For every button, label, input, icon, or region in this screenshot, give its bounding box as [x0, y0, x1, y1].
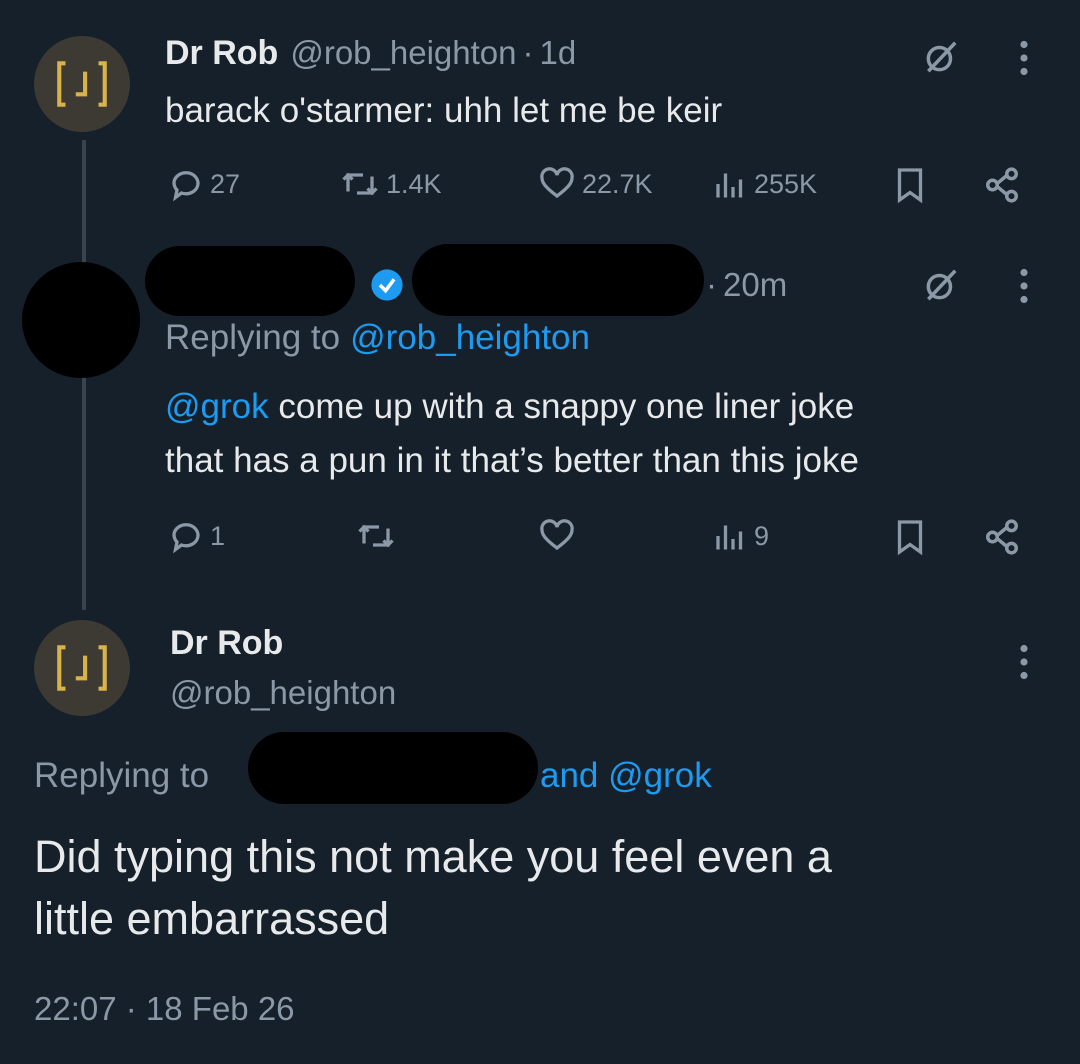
- handle-row: @rob_heighton: [170, 674, 396, 712]
- tweet-text-line2: that has a pun in it that’s better than …: [165, 441, 859, 480]
- timestamp[interactable]: 22:07 · 18 Feb 26: [34, 990, 295, 1028]
- reply-button[interactable]: 1: [168, 518, 225, 554]
- replying-to: Replying to: [34, 756, 209, 796]
- share-button[interactable]: [982, 166, 1022, 204]
- separator: ·: [522, 34, 534, 71]
- bookmark-icon: [897, 168, 923, 204]
- like-icon: [540, 519, 574, 551]
- views-button[interactable]: 9: [712, 518, 769, 554]
- tweet-meta: · 20m: [706, 266, 787, 304]
- repost-button[interactable]: [356, 518, 396, 554]
- share-icon: [986, 167, 1018, 203]
- reply-count: 27: [210, 168, 241, 199]
- grok-icon[interactable]: [922, 266, 960, 304]
- tweet-text-line1: come up with a snappy one liner joke: [268, 387, 855, 426]
- main-tweet-line2: little embarrassed: [34, 893, 390, 944]
- tweet-text: @grok come up with a snappy one liner jo…: [165, 380, 859, 488]
- views-icon: [716, 525, 743, 550]
- avatar[interactable]: [34, 36, 130, 132]
- user-handle[interactable]: @rob_heighton: [170, 674, 396, 712]
- verified-icon: [370, 268, 404, 307]
- redacted-handle: [412, 244, 704, 316]
- bookmark-icon: [897, 520, 923, 556]
- tweet-time[interactable]: 20m: [723, 266, 787, 304]
- main-tweet-text: Did typing this not make you feel even a…: [34, 826, 832, 950]
- reply-count: 1: [210, 520, 226, 551]
- like-icon: [540, 167, 574, 199]
- bookmark-button[interactable]: [892, 166, 928, 204]
- like-button[interactable]: 22.7K: [538, 166, 653, 202]
- views-count: 255K: [754, 168, 818, 199]
- tweet-time[interactable]: 1d: [540, 34, 577, 72]
- share-button[interactable]: [982, 518, 1022, 556]
- bookmark-button[interactable]: [892, 518, 928, 556]
- repost-count: 1.4K: [386, 168, 442, 199]
- views-count: 9: [754, 520, 770, 551]
- views-button[interactable]: 255K: [712, 166, 817, 202]
- display-name[interactable]: Dr Rob: [165, 34, 278, 73]
- reply-icon: [172, 523, 200, 554]
- repost-icon: [358, 524, 394, 548]
- avatar-logo-icon: [57, 61, 107, 107]
- display-name-row: Dr Rob: [170, 624, 283, 663]
- replying-to: Replying to @rob_heighton: [165, 318, 590, 358]
- timestamp-row: 22:07 · 18 Feb 26: [34, 990, 295, 1028]
- share-icon: [986, 519, 1018, 555]
- redacted-avatar: [22, 262, 140, 378]
- reply-button[interactable]: 27: [168, 166, 240, 202]
- user-handle[interactable]: @rob_heighton: [290, 34, 516, 72]
- tweet-header: Dr Rob @rob_heighton · 1d: [165, 34, 576, 73]
- like-button[interactable]: [538, 518, 576, 554]
- replying-handle-link[interactable]: @rob_heighton: [350, 318, 590, 358]
- mention-link[interactable]: @grok: [165, 387, 269, 426]
- replying-label: Replying to: [165, 318, 341, 357]
- more-icon[interactable]: [1018, 40, 1030, 76]
- replying-suffix: and @grok: [540, 756, 712, 796]
- avatar[interactable]: [34, 620, 130, 716]
- redacted-name: [145, 246, 355, 316]
- grok-icon[interactable]: [922, 38, 960, 76]
- more-icon[interactable]: [1018, 644, 1030, 680]
- redacted-handle: [248, 732, 538, 804]
- replying-label: Replying to: [34, 756, 210, 795]
- like-count: 22.7K: [582, 168, 653, 199]
- repost-icon: [342, 172, 378, 196]
- views-icon: [716, 173, 743, 198]
- separator: ·: [706, 266, 717, 303]
- avatar-logo-icon: [57, 645, 107, 691]
- more-icon[interactable]: [1018, 268, 1030, 304]
- replying-handles-link[interactable]: and @grok: [540, 756, 712, 796]
- main-tweet-line1: Did typing this not make you feel even a: [34, 831, 832, 882]
- reply-icon: [172, 171, 200, 202]
- display-name[interactable]: Dr Rob: [170, 624, 283, 663]
- tweet-text: barack o'starmer: uhh let me be keir: [165, 91, 723, 130]
- repost-button[interactable]: 1.4K: [340, 166, 442, 202]
